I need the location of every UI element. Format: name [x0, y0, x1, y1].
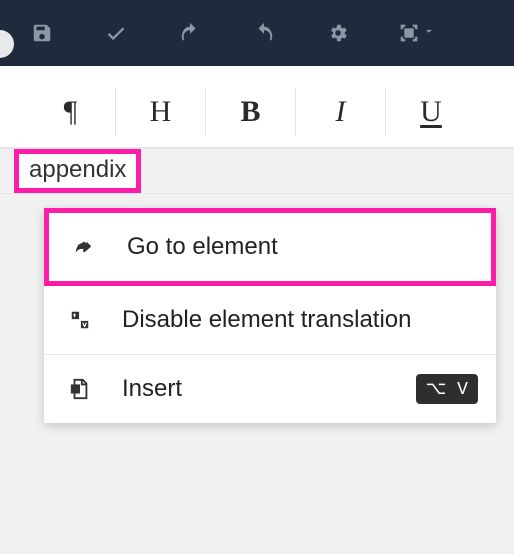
menu-item-label: Disable element translation: [122, 306, 412, 334]
underline-button[interactable]: U: [386, 88, 476, 136]
breadcrumb-label: appendix: [29, 156, 126, 183]
fullscreen-icon: [398, 22, 420, 44]
paragraph-icon: ¶: [64, 95, 78, 129]
goto-icon: [71, 233, 99, 261]
format-toolbar: ¶ H B I U: [0, 76, 514, 148]
undo-button[interactable]: [176, 19, 204, 47]
fullscreen-button[interactable]: [398, 22, 436, 44]
menu-item-goto-element[interactable]: Go to element: [44, 208, 496, 286]
menu-item-disable-translation[interactable]: Disable element translation: [44, 286, 496, 355]
heading-label: H: [150, 95, 172, 129]
redo-icon: [253, 22, 275, 44]
save-button[interactable]: [28, 19, 56, 47]
menu-item-label: Go to element: [127, 233, 278, 261]
breadcrumb-bar: appendix: [0, 148, 514, 194]
shortcut-badge: ⌥ V: [416, 374, 478, 404]
redo-button[interactable]: [250, 19, 278, 47]
bold-button[interactable]: B: [206, 88, 296, 136]
menu-item-label: Insert: [122, 375, 182, 403]
dropdown-toggle[interactable]: [422, 24, 436, 43]
save-icon: [31, 22, 53, 44]
underline-label: U: [420, 95, 442, 129]
italic-button[interactable]: I: [296, 88, 386, 136]
main-toolbar: [0, 0, 514, 66]
translate-off-icon: [66, 306, 94, 334]
chevron-down-icon: [422, 24, 436, 38]
menu-item-insert[interactable]: Insert ⌥ V: [44, 355, 496, 423]
heading-button[interactable]: H: [116, 88, 206, 136]
bold-label: B: [240, 95, 260, 129]
content-area: Go to element Disable element translatio…: [0, 194, 514, 554]
confirm-button[interactable]: [102, 19, 130, 47]
undo-icon: [179, 22, 201, 44]
settings-button[interactable]: [324, 19, 352, 47]
italic-label: I: [336, 95, 346, 129]
insert-icon: [66, 375, 94, 403]
paragraph-button[interactable]: ¶: [26, 88, 116, 136]
gear-icon: [327, 22, 349, 44]
breadcrumb-tag[interactable]: appendix: [14, 149, 141, 193]
context-menu: Go to element Disable element translatio…: [44, 208, 496, 423]
check-icon: [105, 22, 127, 44]
